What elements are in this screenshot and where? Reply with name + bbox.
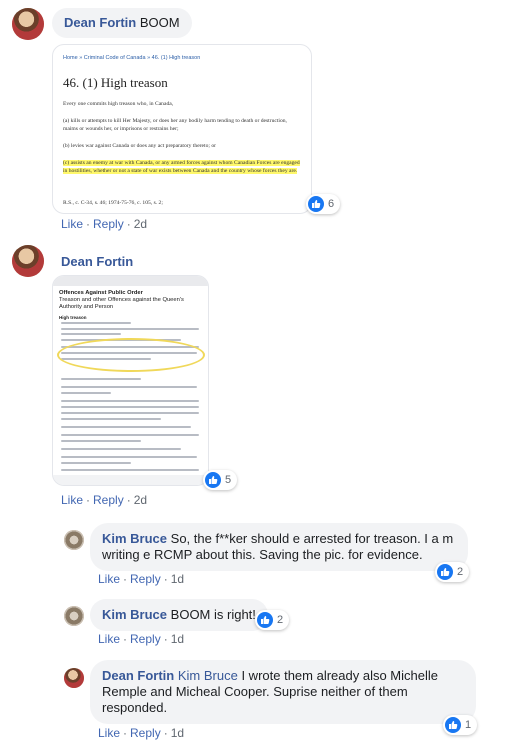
reply-button[interactable]: Reply xyxy=(93,493,124,507)
reply-button[interactable]: Reply xyxy=(130,572,161,586)
avatar[interactable] xyxy=(64,668,84,688)
image-heading: 46. (1) High treason xyxy=(63,75,168,90)
timestamp[interactable]: 1d xyxy=(171,632,184,646)
image-citation: R.S., c. C-34, s. 46; 1974-75-76, c. 105… xyxy=(63,200,163,206)
author-name[interactable]: Dean Fortin xyxy=(64,15,136,30)
reaction-count[interactable]: 1 xyxy=(443,715,478,735)
comment-actions: Like · Reply · 1d xyxy=(98,726,185,740)
avatar[interactable] xyxy=(64,530,84,550)
like-button[interactable]: Like xyxy=(98,572,120,586)
comment-bubble: Kim Bruce So, the f**ker should e arrest… xyxy=(90,523,468,571)
attached-image[interactable]: Offences Against Public Order Treason and… xyxy=(52,275,209,486)
timestamp[interactable]: 2d xyxy=(134,217,147,231)
like-icon xyxy=(445,717,461,733)
avatar[interactable] xyxy=(12,245,44,277)
avatar[interactable] xyxy=(12,8,44,40)
image-highlighted-text: (c) assists an enemy at war with Canada,… xyxy=(63,160,300,174)
comment-actions: Like · Reply · 1d xyxy=(98,572,185,586)
mention-link[interactable]: Kim Bruce xyxy=(178,668,238,683)
comment-actions: Like · Reply · 1d xyxy=(98,632,185,646)
image-title: Offences Against Public Order Treason and… xyxy=(59,290,184,310)
image-breadcrumb: Home » Criminal Code of Canada » 46. (1)… xyxy=(63,55,201,61)
comment-actions: Like · Reply · 2d xyxy=(61,217,148,231)
like-icon xyxy=(308,196,324,212)
timestamp[interactable]: 1d xyxy=(171,726,184,740)
comment-text: BOOM xyxy=(139,15,180,30)
comment-actions: Like · Reply · 2d xyxy=(61,493,148,507)
attached-image[interactable]: Home » Criminal Code of Canada » 46. (1)… xyxy=(52,44,312,214)
comment-text: BOOM is right! xyxy=(170,607,256,622)
like-icon xyxy=(257,612,273,628)
reply-button[interactable]: Reply xyxy=(130,726,161,740)
image-text: Every one commits high treason who, in C… xyxy=(63,101,174,107)
author-name[interactable]: Kim Bruce xyxy=(102,607,167,622)
highlight-circle xyxy=(57,338,205,372)
reply-button[interactable]: Reply xyxy=(130,632,161,646)
comment-bubble: Dean Fortin BOOM xyxy=(52,8,192,38)
image-text: (b) levies war against Canada or does an… xyxy=(63,143,216,149)
image-section: High treason xyxy=(59,315,87,320)
like-icon xyxy=(205,472,221,488)
reaction-count[interactable]: 6 xyxy=(306,194,341,214)
like-button[interactable]: Like xyxy=(61,217,83,231)
comment-bubble: Kim Bruce BOOM is right! xyxy=(90,599,268,631)
author-name[interactable]: Dean Fortin xyxy=(102,668,174,683)
timestamp[interactable]: 2d xyxy=(134,493,147,507)
avatar[interactable] xyxy=(64,606,84,626)
like-icon xyxy=(437,564,453,580)
author-name[interactable]: Dean Fortin xyxy=(61,254,133,269)
author-name[interactable]: Kim Bruce xyxy=(102,531,167,546)
timestamp[interactable]: 1d xyxy=(171,572,184,586)
like-button[interactable]: Like xyxy=(98,632,120,646)
reaction-count[interactable]: 5 xyxy=(203,470,238,490)
comment-bubble: Dean Fortin Kim Bruce I wrote them alrea… xyxy=(90,660,476,724)
like-button[interactable]: Like xyxy=(61,493,83,507)
like-button[interactable]: Like xyxy=(98,726,120,740)
reaction-count[interactable]: 2 xyxy=(435,562,470,582)
image-text: (a) kills or attempts to kill Her Majest… xyxy=(63,118,287,132)
reply-button[interactable]: Reply xyxy=(93,217,124,231)
reaction-count[interactable]: 2 xyxy=(255,610,290,630)
